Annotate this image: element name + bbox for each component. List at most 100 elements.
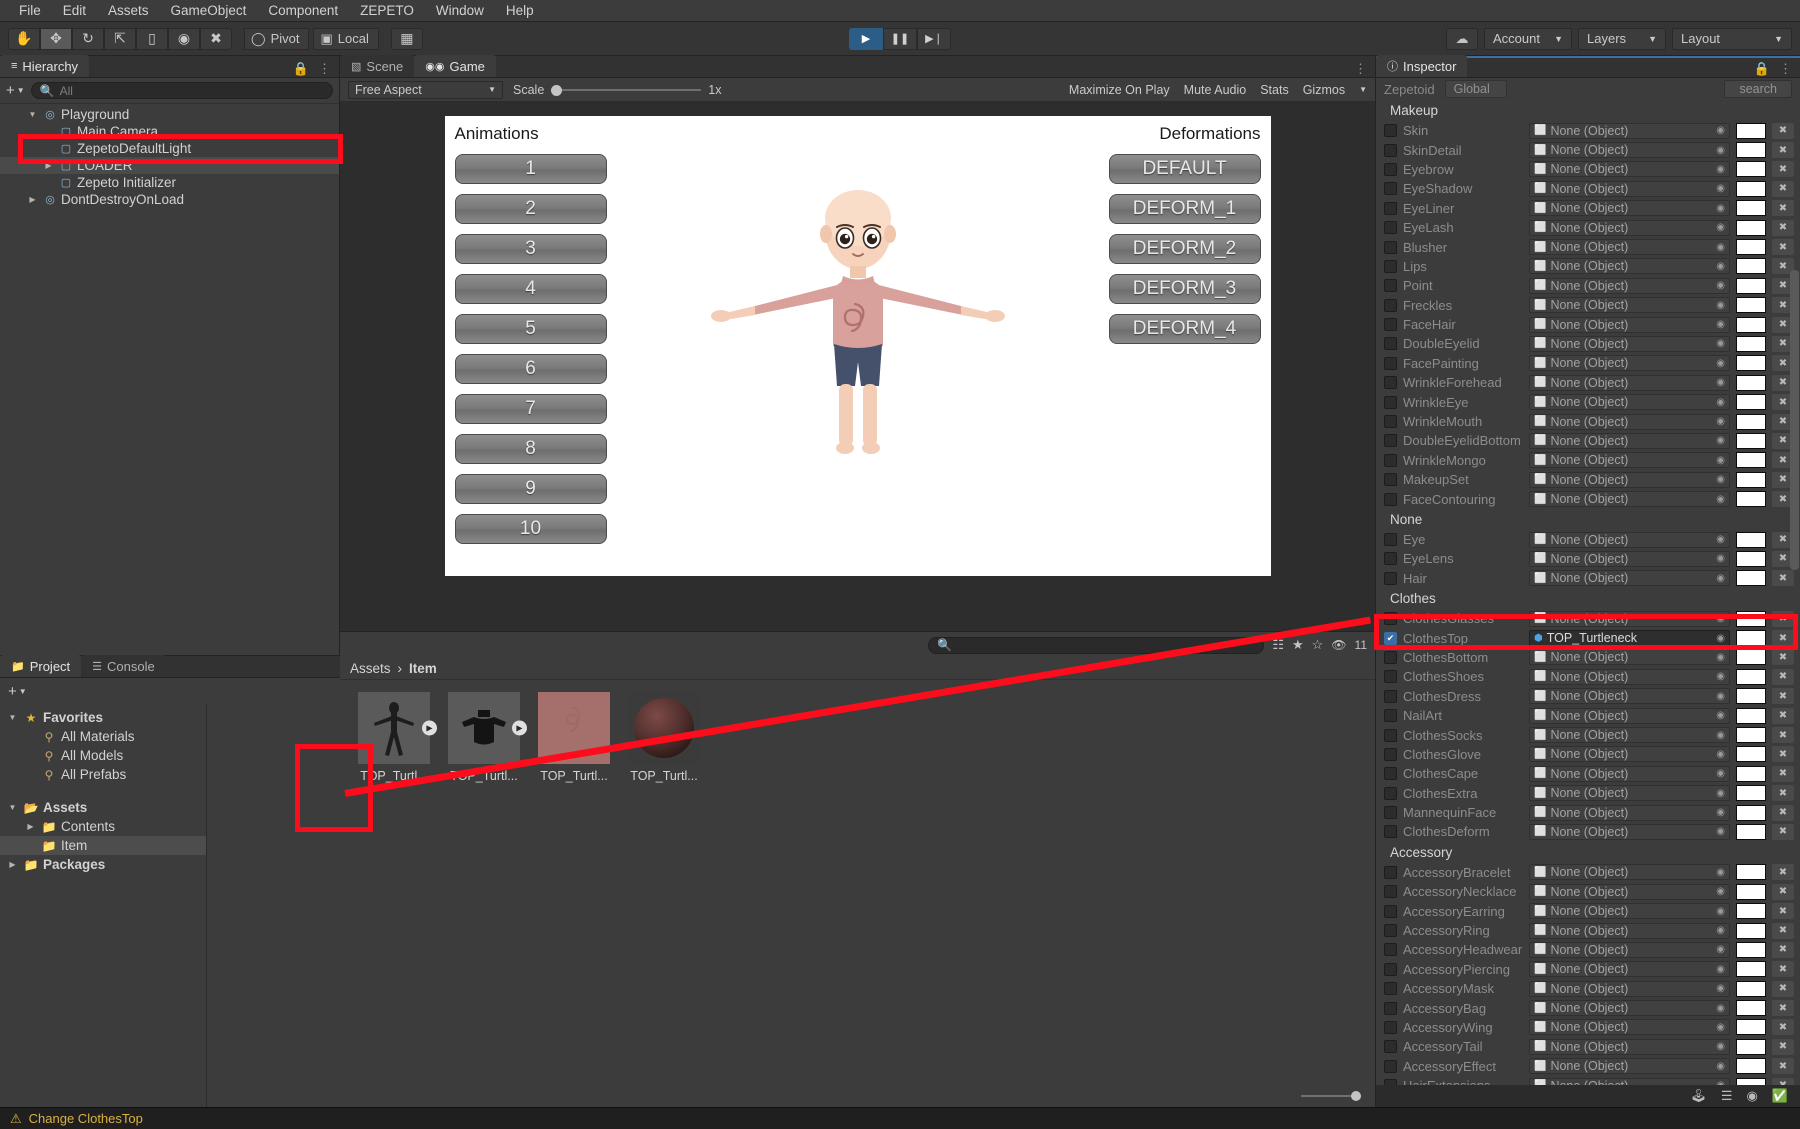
project-tree-item[interactable]: ▶📁Contents — [0, 817, 206, 836]
clear-button[interactable]: ✖ — [1772, 805, 1794, 821]
clear-button[interactable]: ✖ — [1772, 1058, 1794, 1074]
object-field[interactable]: ⬜None (Object)◉ — [1529, 375, 1730, 391]
tab-hierarchy[interactable]: ≡ Hierarchy — [0, 55, 89, 77]
rect-tool-icon[interactable]: ▯ — [136, 28, 168, 50]
object-picker-icon[interactable]: ◉ — [1716, 1080, 1725, 1085]
hierarchy-search-input[interactable]: 🔍 All — [31, 82, 333, 99]
game-canvas[interactable]: Animations 12345678910 Deformations DEFA… — [445, 116, 1271, 576]
global-dropdown[interactable]: Global — [1445, 80, 1507, 98]
row-checkbox[interactable] — [1384, 182, 1397, 195]
row-checkbox[interactable] — [1384, 241, 1397, 254]
row-checkbox[interactable] — [1384, 396, 1397, 409]
chevron-right-icon[interactable]: ▶ — [512, 721, 527, 736]
project-tree-item[interactable]: ⚲All Models — [0, 746, 206, 765]
tab-project[interactable]: 📁 Project — [0, 655, 81, 677]
animation-button-6[interactable]: 6 — [455, 354, 607, 384]
object-picker-icon[interactable]: ◉ — [1716, 1061, 1725, 1072]
object-picker-icon[interactable]: ◉ — [1716, 358, 1725, 369]
object-field[interactable]: ⬜None (Object)◉ — [1529, 161, 1730, 177]
row-checkbox[interactable] — [1384, 202, 1397, 215]
clear-button[interactable]: ✖ — [1772, 824, 1794, 840]
color-swatch[interactable] — [1736, 923, 1766, 939]
pause-button[interactable]: ❚❚ — [883, 28, 917, 50]
animation-button-5[interactable]: 5 — [455, 314, 607, 344]
object-field[interactable]: ⬜None (Object)◉ — [1529, 200, 1730, 216]
clear-button[interactable]: ✖ — [1772, 727, 1794, 743]
tab-inspector[interactable]: ⓘ Inspector — [1376, 55, 1467, 77]
project-tree-item[interactable]: ⚲All Materials — [0, 727, 206, 746]
object-field[interactable]: ⬜None (Object)◉ — [1529, 1078, 1730, 1085]
object-picker-icon[interactable]: ◉ — [1716, 1003, 1725, 1014]
object-picker-icon[interactable]: ◉ — [1716, 652, 1725, 663]
row-checkbox[interactable] — [1384, 670, 1397, 683]
row-checkbox[interactable] — [1384, 885, 1397, 898]
row-checkbox[interactable] — [1384, 376, 1397, 389]
color-swatch[interactable] — [1736, 181, 1766, 197]
row-checkbox[interactable] — [1384, 260, 1397, 273]
row-checkbox[interactable] — [1384, 866, 1397, 879]
object-picker-icon[interactable]: ◉ — [1716, 494, 1725, 505]
clear-button[interactable]: ✖ — [1772, 708, 1794, 724]
color-swatch[interactable] — [1736, 824, 1766, 840]
asset-thumbnail[interactable]: ▶ — [358, 692, 430, 764]
object-picker-icon[interactable]: ◉ — [1716, 906, 1725, 917]
object-field[interactable]: ⬜None (Object)◉ — [1529, 220, 1730, 236]
color-swatch[interactable] — [1736, 491, 1766, 507]
object-field[interactable]: ⬜None (Object)◉ — [1529, 1058, 1730, 1074]
deformation-button-DEFORM_1[interactable]: DEFORM_1 — [1109, 194, 1261, 224]
color-swatch[interactable] — [1736, 472, 1766, 488]
lock-icon[interactable]: 🔒 — [1754, 61, 1770, 77]
clear-button[interactable]: ✖ — [1772, 884, 1794, 900]
clear-button[interactable]: ✖ — [1772, 981, 1794, 997]
color-swatch[interactable] — [1736, 1078, 1766, 1085]
row-checkbox[interactable] — [1384, 454, 1397, 467]
rotate-tool-icon[interactable]: ↻ — [72, 28, 104, 50]
object-picker-icon[interactable]: ◉ — [1716, 749, 1725, 760]
clear-button[interactable]: ✖ — [1772, 864, 1794, 880]
project-search-input[interactable]: 🔍 — [928, 637, 1264, 654]
disclosure-triangle-icon[interactable]: ▶ — [26, 195, 39, 204]
breadcrumb-item[interactable]: Item — [409, 661, 437, 676]
object-field[interactable]: ⬜None (Object)◉ — [1529, 433, 1730, 449]
stats-toggle[interactable]: Stats — [1260, 83, 1289, 97]
clear-button[interactable]: ✖ — [1772, 181, 1794, 197]
project-add-button[interactable]: + ▼ — [8, 683, 27, 700]
color-swatch[interactable] — [1736, 297, 1766, 313]
kebab-menu-icon[interactable]: ⋮ — [1779, 61, 1792, 77]
gizmos-dropdown[interactable]: Gizmos — [1303, 83, 1345, 97]
tab-game[interactable]: ◉◉ Game — [414, 55, 496, 77]
object-field[interactable]: ⬜None (Object)◉ — [1529, 414, 1730, 430]
object-field[interactable]: ⬜None (Object)◉ — [1529, 669, 1730, 685]
filter-type-icon[interactable]: ☷ — [1272, 637, 1284, 653]
clear-button[interactable]: ✖ — [1772, 161, 1794, 177]
object-field[interactable]: ⬜None (Object)◉ — [1529, 278, 1730, 294]
object-picker-icon[interactable]: ◉ — [1716, 573, 1725, 584]
row-checkbox[interactable] — [1384, 982, 1397, 995]
custom-tool-icon[interactable]: ✖ — [200, 28, 232, 50]
object-picker-icon[interactable]: ◉ — [1716, 222, 1725, 233]
step-button[interactable]: ▶❘ — [917, 28, 951, 50]
row-checkbox[interactable] — [1384, 709, 1397, 722]
row-checkbox[interactable] — [1384, 337, 1397, 350]
color-swatch[interactable] — [1736, 142, 1766, 158]
color-swatch[interactable] — [1736, 864, 1766, 880]
color-swatch[interactable] — [1736, 161, 1766, 177]
asset-item[interactable]: TOP_Turtl... — [628, 692, 700, 783]
object-field[interactable]: ⬜None (Object)◉ — [1529, 981, 1730, 997]
object-field[interactable]: ⬜None (Object)◉ — [1529, 297, 1730, 313]
color-swatch[interactable] — [1736, 336, 1766, 352]
row-checkbox[interactable] — [1384, 905, 1397, 918]
color-swatch[interactable] — [1736, 1058, 1766, 1074]
clear-button[interactable]: ✖ — [1772, 961, 1794, 977]
object-field[interactable]: ⬜None (Object)◉ — [1529, 355, 1730, 371]
object-picker-icon[interactable]: ◉ — [1716, 455, 1725, 466]
check-circle-icon[interactable]: ✅ — [1772, 1088, 1788, 1104]
object-field[interactable]: ⬜None (Object)◉ — [1529, 961, 1730, 977]
disclosure-triangle-icon[interactable]: ▶ — [42, 161, 55, 170]
project-tree-item[interactable]: ⚲All Prefabs — [0, 765, 206, 784]
status-message[interactable]: Change ClothesTop — [29, 1111, 143, 1126]
color-swatch[interactable] — [1736, 649, 1766, 665]
color-swatch[interactable] — [1736, 785, 1766, 801]
clear-button[interactable]: ✖ — [1772, 220, 1794, 236]
color-swatch[interactable] — [1736, 1000, 1766, 1016]
